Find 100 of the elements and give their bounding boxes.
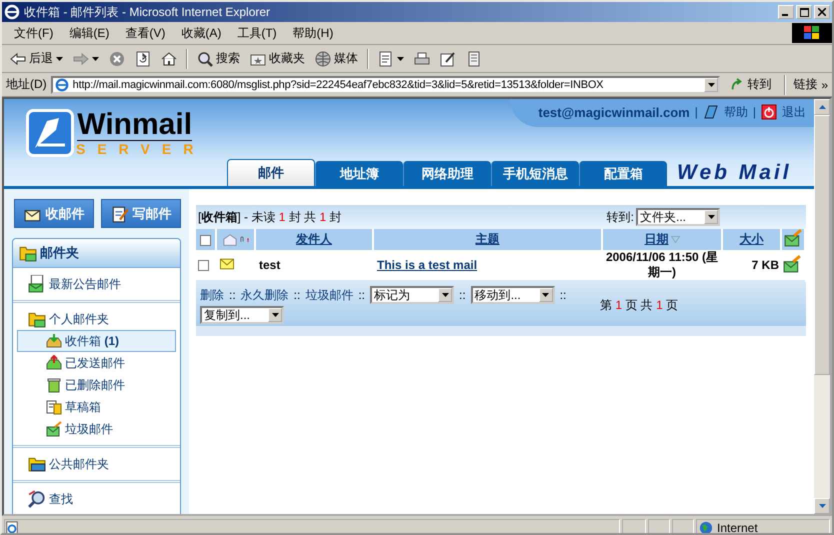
action-link[interactable]: 永久删除 — [240, 286, 289, 304]
printer-icon — [414, 50, 430, 66]
envelope-logo-icon — [26, 109, 74, 157]
separator: :: — [294, 288, 300, 302]
notepad-icon — [466, 50, 482, 66]
dropdown-button[interactable] — [438, 288, 452, 302]
folder-item[interactable]: 收件箱 (1) — [17, 330, 176, 352]
column-header[interactable]: 大小 — [740, 232, 764, 246]
toolbar-button[interactable]: 搜索 — [193, 48, 244, 69]
folder-icon — [19, 244, 37, 262]
menu-item[interactable]: 查看(V) — [117, 22, 174, 44]
folder-item[interactable]: 已发送邮件 — [17, 352, 176, 374]
menu-item[interactable]: 帮助(H) — [284, 22, 342, 44]
folder-icon — [28, 310, 46, 328]
caret-icon — [397, 56, 404, 60]
nav-tab[interactable]: 地址簿 — [315, 161, 403, 186]
nav-tab[interactable]: 邮件 — [227, 159, 315, 186]
select-all-checkbox[interactable] — [200, 234, 211, 246]
folder-item[interactable]: 公共邮件夹 — [17, 453, 176, 475]
column-header[interactable]: 日期 — [644, 232, 668, 246]
action-select[interactable]: 复制到... — [200, 306, 284, 324]
go-button[interactable]: 转到 — [724, 76, 778, 93]
help-link[interactable]: 帮助 — [724, 104, 748, 120]
separator: | — [752, 105, 756, 119]
folder-item[interactable]: 已删除邮件 — [17, 374, 176, 396]
caret-icon — [708, 215, 714, 219]
dropdown-button[interactable] — [704, 78, 718, 92]
more-links-chevron[interactable]: » — [821, 78, 828, 92]
dropdown-button[interactable] — [268, 308, 282, 322]
mail-action-button[interactable]: 写邮件 — [101, 199, 181, 228]
page-info: 第 1 页 共 1 页 — [600, 296, 678, 314]
menu-item[interactable]: 收藏(A) — [173, 22, 230, 44]
brand-title: Web Mail — [677, 161, 792, 186]
logo-subtitle: SERVER — [76, 140, 206, 156]
folder-icon — [28, 455, 46, 473]
go-arrow-icon — [730, 78, 744, 92]
globe-icon — [699, 520, 713, 533]
folder-select[interactable]: 文件夹... — [636, 208, 720, 226]
folder-summary: [收件箱] - 未读 1 封 共 1 封 — [198, 208, 342, 226]
folder-item[interactable]: 草稿箱 — [17, 396, 176, 418]
home-icon — [161, 50, 177, 66]
menu-item[interactable]: 编辑(E) — [61, 22, 118, 44]
back-arrow-icon — [10, 50, 26, 66]
column-header[interactable]: 发件人 — [296, 232, 332, 246]
bin-icon — [46, 377, 62, 393]
caret-icon — [272, 313, 278, 317]
scroll-up-icon[interactable] — [818, 105, 826, 109]
refresh-icon — [135, 50, 151, 66]
status-pane — [648, 519, 670, 533]
address-field[interactable]: http://mail.magicwinmail.com:6080/msglist.php?sid=222454eaf7ebc832&tid=3&lid=5&retid=13513&folder=INBOX — [50, 76, 720, 94]
nav-tab[interactable]: 手机短消息 — [491, 161, 579, 186]
mail-action-button[interactable]: 收邮件 — [14, 199, 94, 228]
sender-cell: test — [259, 258, 280, 272]
open-envelope-icon — [222, 232, 238, 247]
pencil-paper-icon — [110, 204, 128, 222]
separator: | — [694, 105, 698, 119]
magnifier-icon — [28, 490, 46, 508]
action-select[interactable]: 标记为 — [370, 286, 454, 304]
dropdown-button[interactable] — [704, 210, 718, 224]
browser-icon — [54, 78, 69, 92]
menu-item[interactable]: 工具(T) — [229, 22, 285, 44]
links-label[interactable]: 链接 — [793, 76, 818, 93]
action-link[interactable]: 垃圾邮件 — [305, 286, 354, 304]
folder-item[interactable]: 垃圾邮件 — [17, 418, 176, 440]
column-header[interactable]: 主题 — [476, 232, 500, 246]
stop-icon — [109, 50, 125, 66]
flag-icon — [804, 26, 820, 40]
action-select[interactable]: 移动到... — [470, 286, 555, 304]
status-pane — [622, 519, 646, 533]
nav-tab[interactable]: 网络助理 — [403, 161, 491, 186]
toolbar-button[interactable]: 后退 — [6, 48, 67, 69]
toolbar-button[interactable]: 收藏夹 — [246, 48, 309, 69]
scrollbar[interactable] — [814, 99, 830, 514]
minimize-button[interactable] — [778, 5, 794, 19]
close-button[interactable] — [814, 5, 830, 19]
dropdown-button[interactable] — [538, 288, 553, 302]
scroll-down-icon[interactable] — [818, 504, 826, 508]
user-email: test@magicwinmail.com — [538, 104, 690, 120]
nav-tab[interactable]: 配置箱 — [579, 161, 667, 186]
toolbar-button[interactable]: 媒体 — [311, 48, 362, 69]
action-link[interactable]: 删除 — [200, 286, 224, 304]
document-envelope-icon — [28, 275, 46, 293]
folder-item[interactable]: 查找 — [17, 488, 176, 510]
maximize-icon — [800, 8, 808, 16]
document-icon — [378, 50, 394, 66]
browser-icon — [4, 4, 20, 20]
separator: :: — [358, 288, 366, 302]
caret-icon — [542, 293, 550, 297]
subject-link[interactable]: This is a test mail — [377, 258, 478, 272]
envelope-icon — [218, 256, 236, 270]
logout-link[interactable]: 退出 — [782, 104, 806, 120]
globe-icon — [315, 50, 331, 66]
menu-item[interactable]: 文件(F) — [6, 22, 62, 44]
folder-item[interactable]: 个人邮件夹 — [17, 308, 176, 330]
maximize-button[interactable] — [796, 5, 812, 19]
tray-icon — [46, 355, 62, 371]
separator: :: — [560, 288, 566, 302]
folder-item[interactable]: 最新公告邮件 — [17, 273, 176, 295]
row-checkbox[interactable] — [198, 260, 209, 272]
document-icon — [46, 399, 62, 415]
